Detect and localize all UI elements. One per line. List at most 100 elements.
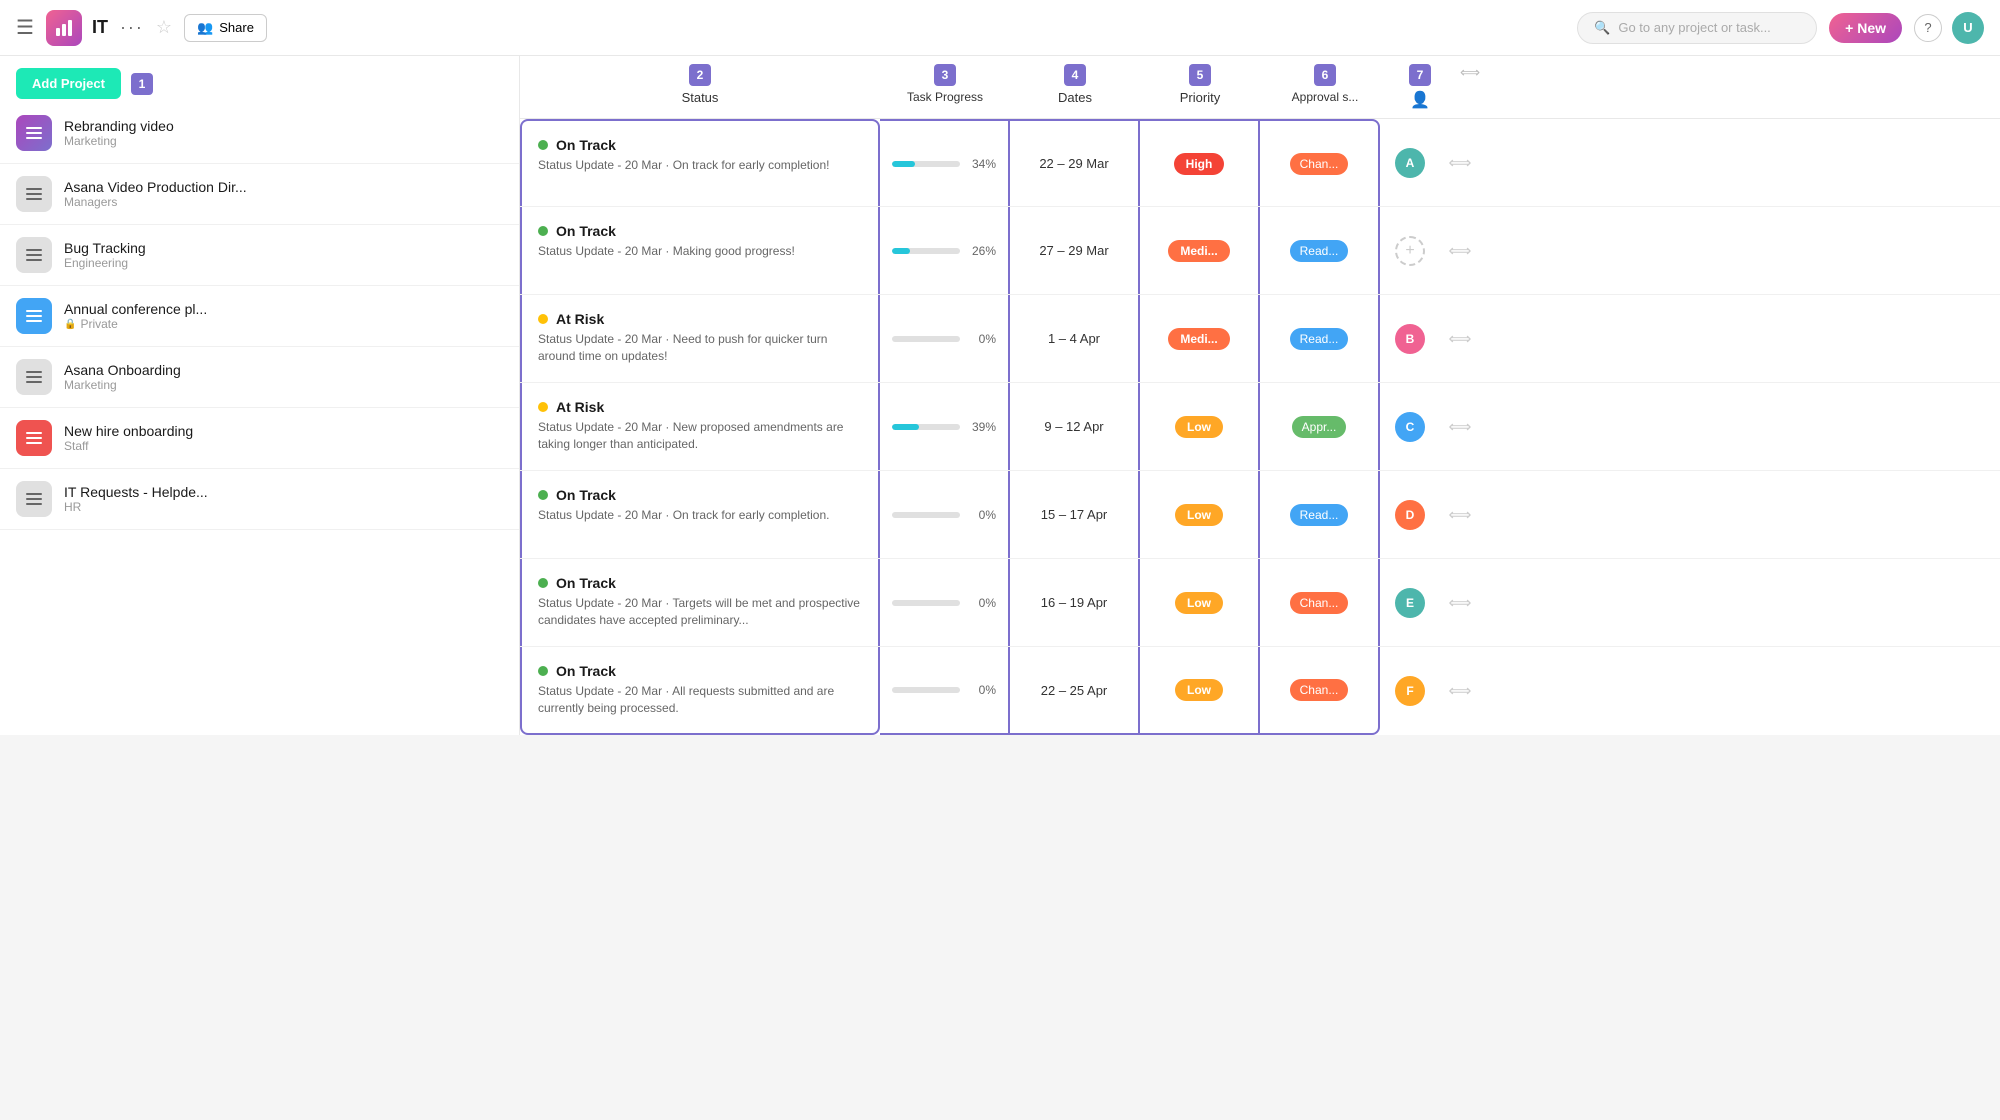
col-badge-5: 5 xyxy=(1189,64,1211,86)
col-badge-7: 7 xyxy=(1409,64,1431,86)
add-project-button[interactable]: Add Project xyxy=(16,68,121,99)
status-name: At Risk xyxy=(556,399,604,415)
approval-cell: Read... xyxy=(1260,207,1380,294)
sidebar-badge: 1 xyxy=(131,73,153,95)
sidebar-item-sub: Managers xyxy=(64,195,247,209)
more-options-icon[interactable]: ··· xyxy=(120,17,144,38)
progress-bar-row: 34% xyxy=(892,157,996,171)
row-options-icon[interactable]: ⟺ xyxy=(1449,241,1472,261)
sidebar-item-icon xyxy=(16,237,52,273)
progress-cell: 26% xyxy=(880,207,1010,294)
status-indicator: On Track xyxy=(538,223,862,239)
progress-pct-label: 0% xyxy=(968,508,996,522)
priority-badge: Low xyxy=(1175,416,1223,438)
sidebar-item-rebranding-video[interactable]: Rebranding video Marketing xyxy=(0,103,519,164)
status-dot xyxy=(538,578,548,588)
menu-icon[interactable]: ☰ xyxy=(16,15,34,40)
status-cell: On Track Status Update - 20 Mar · Making… xyxy=(520,207,880,294)
status-update-text: Status Update - 20 Mar · On track for ea… xyxy=(538,507,862,524)
extra-col: ⟺ xyxy=(1440,647,1480,735)
progress-bar-row: 26% xyxy=(892,244,996,258)
progress-bar-bg xyxy=(892,600,960,606)
assignee-ghost: + xyxy=(1395,236,1425,266)
th-approval: 6 Approval s... xyxy=(1260,56,1390,118)
approval-cell: Read... xyxy=(1260,295,1380,382)
status-update-text: Status Update - 20 Mar · Need to push fo… xyxy=(538,331,862,365)
sidebar-item-new-hire[interactable]: New hire onboarding Staff xyxy=(0,408,519,469)
table-row: On Track Status Update - 20 Mar · All re… xyxy=(520,647,2000,735)
table-row: On Track Status Update - 20 Mar · On tra… xyxy=(520,471,2000,559)
status-update-text: Status Update - 20 Mar · Making good pro… xyxy=(538,243,862,260)
progress-bar-row: 0% xyxy=(892,596,996,610)
new-button[interactable]: + New xyxy=(1829,13,1902,43)
row-options-icon[interactable]: ⟺ xyxy=(1449,681,1472,701)
status-indicator: At Risk xyxy=(538,399,862,415)
approval-cell: Appr... xyxy=(1260,383,1380,470)
approval-badge: Read... xyxy=(1290,504,1349,526)
progress-cell: 0% xyxy=(880,471,1010,558)
sidebar-item-text: Bug Tracking Engineering xyxy=(64,240,146,270)
dates-text: 15 – 17 Apr xyxy=(1041,507,1108,522)
sidebar-item-sub: HR xyxy=(64,500,208,514)
dates-text: 22 – 25 Apr xyxy=(1041,683,1108,698)
progress-cell: 39% xyxy=(880,383,1010,470)
priority-badge: Low xyxy=(1175,504,1223,526)
priority-badge: Low xyxy=(1175,592,1223,614)
extra-col: ⟺ xyxy=(1440,471,1480,558)
share-button[interactable]: 👥 Share xyxy=(184,14,267,42)
progress-bar-bg xyxy=(892,512,960,518)
status-name: On Track xyxy=(556,223,616,239)
dates-cell: 9 – 12 Apr xyxy=(1010,383,1140,470)
sidebar-item-sub: Staff xyxy=(64,439,193,453)
status-dot xyxy=(538,666,548,676)
status-cell: At Risk Status Update - 20 Mar · New pro… xyxy=(520,383,880,470)
status-name: On Track xyxy=(556,487,616,503)
sidebar-item-annual-conference[interactable]: Annual conference pl... 🔒 Private xyxy=(0,286,519,347)
sidebar-item-asana-video[interactable]: Asana Video Production Dir... Managers xyxy=(0,164,519,225)
progress-bar-fill xyxy=(892,424,919,430)
table-row: On Track Status Update - 20 Mar · Making… xyxy=(520,207,2000,295)
row-options-icon[interactable]: ⟺ xyxy=(1449,329,1472,349)
progress-bar-row: 39% xyxy=(892,420,996,434)
assignee-avatar: A xyxy=(1395,148,1425,178)
search-icon: 🔍 xyxy=(1594,20,1610,36)
search-bar[interactable]: 🔍 Go to any project or task... xyxy=(1577,12,1817,44)
priority-badge: Medi... xyxy=(1168,240,1229,262)
table-row: On Track Status Update - 20 Mar · On tra… xyxy=(520,119,2000,207)
col-badge-2: 2 xyxy=(689,64,711,86)
sidebar-items-list: Rebranding video Marketing Asana Video P… xyxy=(0,103,519,530)
sidebar-item-it-requests[interactable]: IT Requests - Helpde... HR xyxy=(0,469,519,530)
approval-cell: Chan... xyxy=(1260,559,1380,646)
priority-cell: Medi... xyxy=(1140,207,1260,294)
status-indicator: On Track xyxy=(538,663,862,679)
row-options-icon[interactable]: ⟺ xyxy=(1449,153,1472,173)
dates-cell: 1 – 4 Apr xyxy=(1010,295,1140,382)
sidebar-item-name: Annual conference pl... xyxy=(64,301,207,317)
status-cell: At Risk Status Update - 20 Mar · Need to… xyxy=(520,295,880,382)
th-dates: 4 Dates xyxy=(1010,56,1140,118)
row-options-icon[interactable]: ⟺ xyxy=(1449,505,1472,525)
favorite-icon[interactable]: ☆ xyxy=(156,17,172,38)
sidebar-item-bug-tracking[interactable]: Bug Tracking Engineering xyxy=(0,225,519,286)
user-avatar[interactable]: U xyxy=(1952,12,1984,44)
approval-badge: Chan... xyxy=(1290,592,1349,614)
table-row: At Risk Status Update - 20 Mar · New pro… xyxy=(520,383,2000,471)
sidebar-item-sub: 🔒 Private xyxy=(64,317,207,331)
row-options-icon[interactable]: ⟺ xyxy=(1449,593,1472,613)
sidebar-item-text: Rebranding video Marketing xyxy=(64,118,174,148)
assignee-cell: + xyxy=(1380,207,1440,294)
sidebar-item-name: Bug Tracking xyxy=(64,240,146,256)
connection-icon: ⟺ xyxy=(1460,64,1480,81)
sidebar-item-asana-onboarding[interactable]: Asana Onboarding Marketing xyxy=(0,347,519,408)
priority-badge: Low xyxy=(1175,679,1223,701)
status-update-text: Status Update - 20 Mar · All requests su… xyxy=(538,683,862,717)
approval-badge: Chan... xyxy=(1290,679,1349,701)
dates-cell: 22 – 25 Apr xyxy=(1010,647,1140,735)
th-priority: 5 Priority xyxy=(1140,56,1260,118)
row-options-icon[interactable]: ⟺ xyxy=(1449,417,1472,437)
help-button[interactable]: ? xyxy=(1914,14,1942,42)
sidebar-item-icon xyxy=(16,298,52,334)
priority-badge: High xyxy=(1174,153,1225,175)
th-progress: 3 Task Progress xyxy=(880,56,1010,118)
status-name: On Track xyxy=(556,137,616,153)
